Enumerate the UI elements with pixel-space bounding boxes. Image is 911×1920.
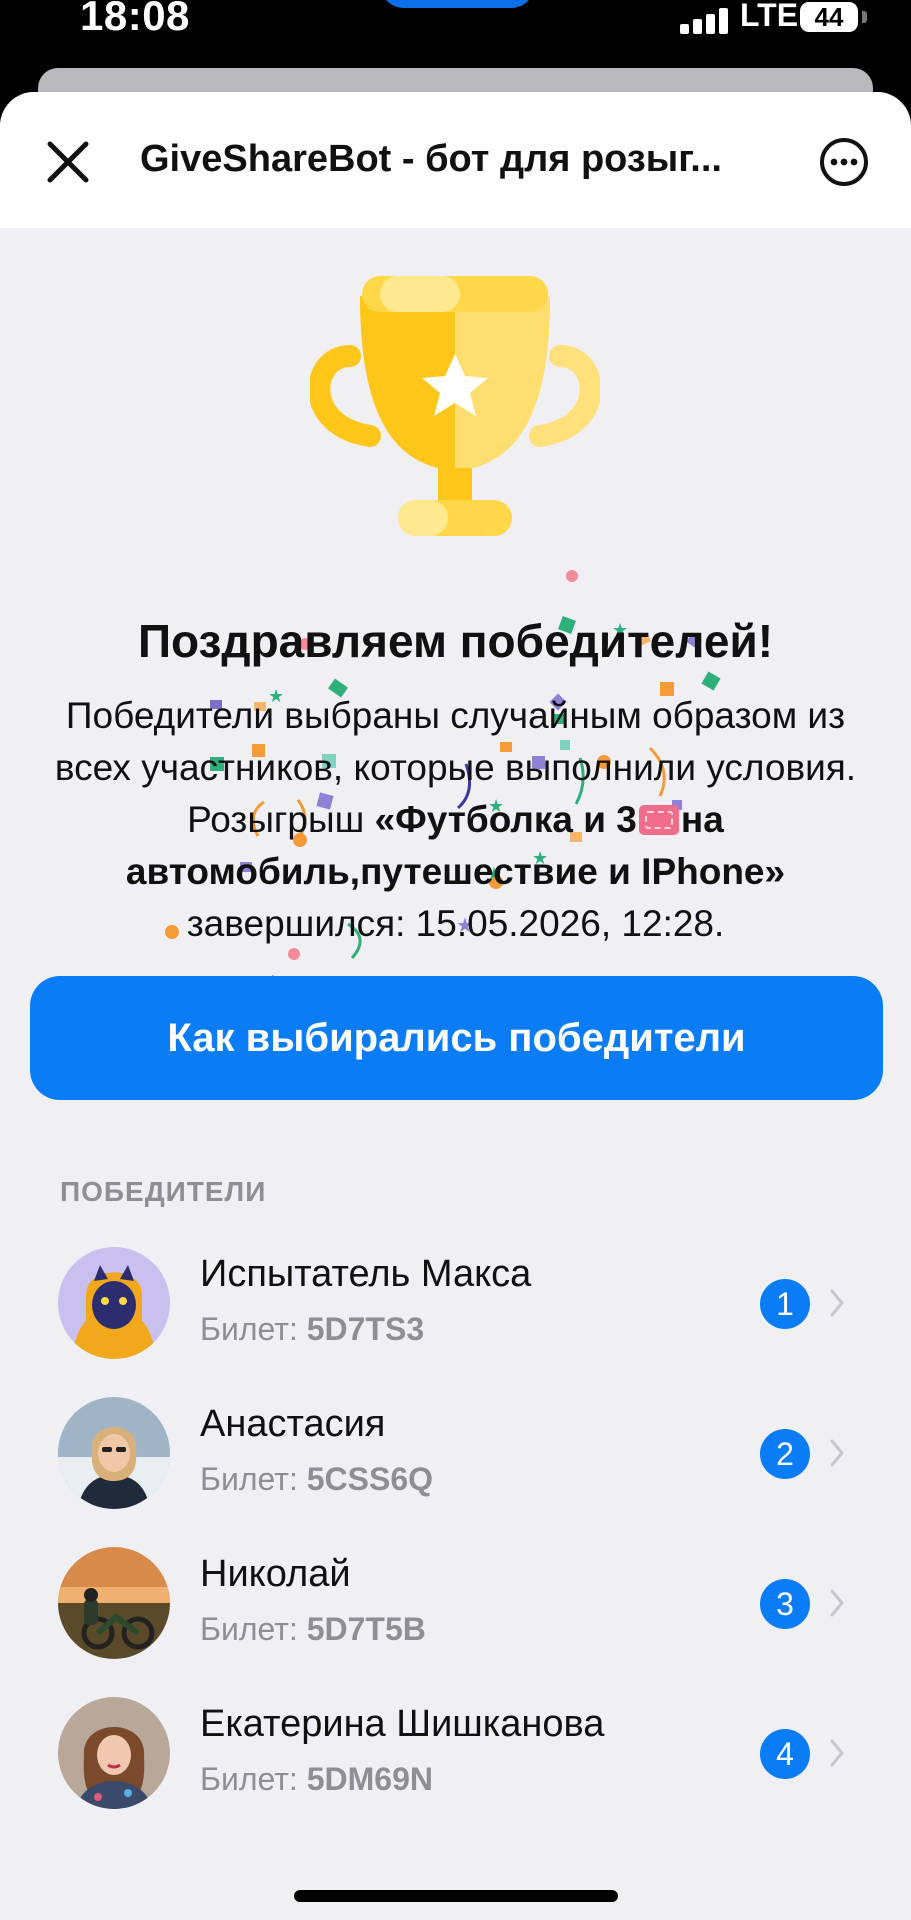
winner-row[interactable]: Испытатель Макса Билет: 5D7TS3 1 [0,1247,911,1397]
header: GiveShareBot - бот для розыг... [0,92,911,228]
avatar [58,1397,170,1509]
avatar [58,1547,170,1659]
header-title: GiveShareBot - бот для розыг... [140,138,722,180]
winner-row[interactable]: Екатерина Шишканова Билет: 5DM69N 4 [0,1697,911,1847]
giveaway-description: Победители выбраны случайным образом из … [30,690,881,950]
winner-name: Николай [200,1553,351,1595]
winner-row[interactable]: Анастасия Билет: 5CSS6Q 2 [0,1397,911,1547]
ticket-code: 5D7T5B [306,1611,426,1647]
more-button[interactable] [818,136,870,188]
signal-icon [680,8,730,34]
chevron-right-icon [830,1589,844,1617]
home-indicator[interactable] [294,1890,618,1902]
status-bar: 18:08 LTE 44 [0,0,911,62]
more-icon [820,138,868,186]
description-end: завершился: 15.05.2026, 12:28. [186,903,725,944]
mini-app-sheet: GiveShareBot - бот для розыг... ★ ★ ★ ★ … [0,92,911,1920]
close-button[interactable] [40,134,96,190]
network-type: LTE [740,0,799,33]
how-winners-chosen-button[interactable]: Как выбирались победители [30,976,883,1100]
battery-cap [862,11,867,23]
ticket-label: Билет: [200,1761,298,1797]
place-badge: 3 [760,1579,810,1629]
winners-section-label: ПОБЕДИТЕЛИ [60,1176,267,1207]
avatar [58,1697,170,1809]
place-badge: 2 [760,1429,810,1479]
close-icon [47,141,89,183]
battery-icon: 44 [800,2,858,32]
ticket-label: Билет: [200,1461,298,1497]
winner-name: Испытатель Макса [200,1253,532,1295]
ticket-label: Билет: [200,1311,298,1347]
congrats-title: Поздравляем победителей! [137,615,774,667]
giveaway-name-part1: «Футболка и 3 [374,799,637,840]
ticket-code: 5DM69N [306,1761,433,1797]
ticket-emoji-icon [638,805,679,835]
place-badge: 1 [760,1279,810,1329]
winner-ticket: Билет: 5CSS6Q [200,1461,433,1498]
chevron-right-icon [830,1739,844,1767]
chevron-right-icon [830,1289,844,1317]
winner-row[interactable]: Николай Билет: 5D7T5B 3 [0,1547,911,1697]
winner-name: Анастасия [200,1403,386,1445]
ticket-code: 5CSS6Q [306,1461,433,1497]
trophy-icon [310,276,600,536]
ticket-label: Билет: [200,1611,298,1647]
winner-ticket: Билет: 5D7T5B [200,1611,426,1648]
winner-ticket: Билет: 5DM69N [200,1761,433,1798]
winner-ticket: Билет: 5D7TS3 [200,1311,424,1348]
winner-name: Екатерина Шишканова [200,1703,605,1745]
place-badge: 4 [760,1729,810,1779]
chevron-right-icon [830,1439,844,1467]
avatar [58,1247,170,1359]
status-time: 18:08 [80,0,190,39]
ticket-code: 5D7TS3 [306,1311,425,1347]
dynamic-island [380,0,535,8]
